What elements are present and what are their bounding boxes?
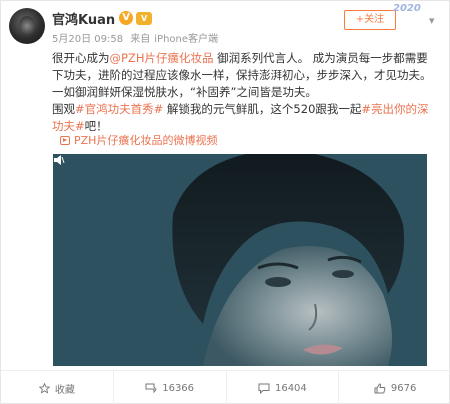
- name-row: 官鸿Kuan V V: [52, 9, 153, 28]
- text-segment: 解锁我的元气鲜肌，这个520跟我一起: [163, 102, 362, 116]
- repost-count: 16366: [162, 382, 195, 394]
- comment-button[interactable]: 16404: [227, 371, 340, 404]
- like-count: 9676: [390, 382, 417, 394]
- anniversary-mark: 2020: [393, 3, 421, 14]
- member-level-badge-icon[interactable]: V: [136, 11, 153, 25]
- mute-icon[interactable]: [53, 154, 65, 166]
- repost-icon: [145, 383, 157, 393]
- post-date[interactable]: 5月20日 09:58: [52, 34, 123, 45]
- video-link-label: PZH片仔癀化妆品的微博视频: [74, 134, 218, 147]
- username[interactable]: 官鸿Kuan: [52, 9, 115, 28]
- post-paragraph-2: 围观#官鸿功夫首秀# 解锁我的元气鲜肌，这个520跟我一起#亮出你的深功夫#吧！: [52, 101, 432, 135]
- comment-count: 16404: [274, 382, 307, 394]
- text-segment: 围观: [52, 102, 75, 116]
- source-prefix: 来自: [130, 34, 151, 45]
- video-icon: [60, 135, 70, 145]
- text-segment: 很开心成为: [52, 51, 110, 65]
- follow-button[interactable]: +关注: [344, 10, 396, 30]
- post-meta: 5月20日 09:58 来自 iPhone客户端: [52, 30, 222, 45]
- favorite-label: 收藏: [54, 384, 75, 396]
- avatar[interactable]: [9, 8, 45, 44]
- post-source[interactable]: iPhone客户端: [154, 34, 218, 45]
- weibo-post-card: 官鸿Kuan V V 5月20日 09:58 来自 iPhone客户端 +关注 2…: [0, 0, 450, 404]
- thumbs-up-icon: [374, 382, 386, 393]
- repost-button[interactable]: 16366: [114, 371, 227, 404]
- post-paragraph-1: 很开心成为@PZH片仔癀化妆品 御润系列代言人。 成为演员每一步都需要下功夫，进…: [52, 50, 432, 101]
- action-bar: 收藏 16366 16404 9676: [1, 370, 450, 404]
- brand-mention-link[interactable]: @PZH片仔癀化妆品: [110, 51, 214, 65]
- verified-badge-icon: V: [119, 11, 134, 25]
- video-player[interactable]: [53, 154, 427, 366]
- hashtag-link[interactable]: #官鸿功夫首秀#: [75, 102, 163, 116]
- like-button[interactable]: 9676: [339, 371, 450, 404]
- post-text: 很开心成为@PZH片仔癀化妆品 御润系列代言人。 成为演员每一步都需要下功夫，进…: [52, 50, 432, 135]
- chevron-down-icon[interactable]: ▾: [429, 14, 435, 27]
- comment-icon: [258, 383, 270, 394]
- favorite-button[interactable]: 收藏: [1, 371, 114, 404]
- video-frame-image: [53, 154, 427, 366]
- text-segment: 吧！: [84, 119, 108, 133]
- star-icon: [38, 382, 50, 394]
- video-link[interactable]: PZH片仔癀化妆品的微博视频: [60, 132, 217, 148]
